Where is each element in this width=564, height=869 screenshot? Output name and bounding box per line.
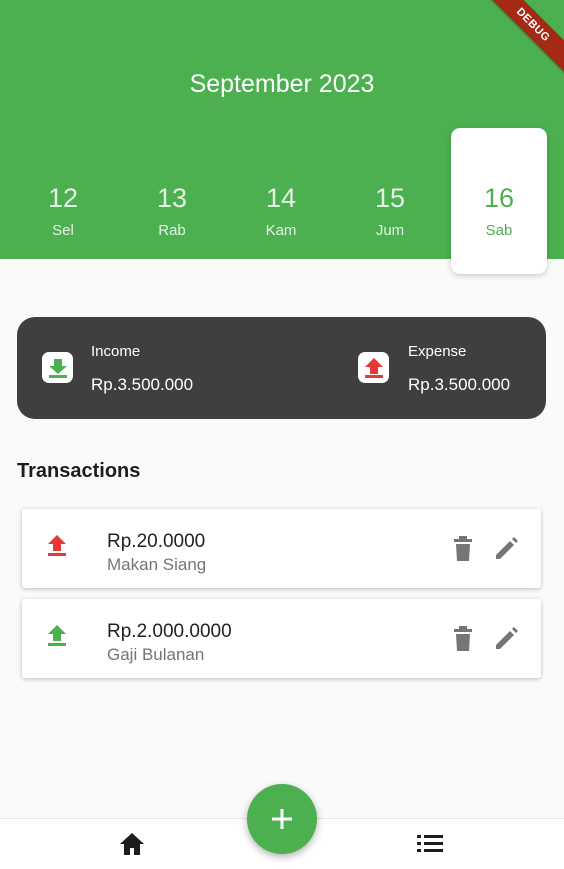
income-value: Rp.3.500.000 — [91, 375, 194, 394]
transaction-card[interactable]: Rp.20.0000 Makan Siang — [22, 509, 541, 588]
section-title: Transactions — [17, 460, 141, 482]
day-name: Jum — [375, 222, 405, 239]
edit-icon[interactable] — [493, 626, 519, 657]
edit-icon[interactable] — [493, 536, 519, 567]
day-number: 12 — [47, 183, 79, 213]
transaction-description: Makan Siang — [107, 555, 207, 574]
transaction-card[interactable]: Rp.2.000.0000 Gaji Bulanan — [22, 599, 541, 678]
day-number: 16 — [483, 183, 515, 213]
transaction-description: Gaji Bulanan — [107, 645, 205, 664]
day-item-15[interactable]: 15 Jum — [342, 128, 438, 274]
plus-icon — [272, 809, 292, 829]
trash-icon[interactable] — [452, 536, 474, 567]
home-icon[interactable] — [119, 832, 145, 861]
day-item-13[interactable]: 13 Rab — [124, 128, 220, 274]
day-name: Sel — [52, 222, 74, 239]
expense-label: Expense — [408, 343, 467, 360]
download-icon — [42, 352, 73, 383]
day-item-14[interactable]: 14 Kam — [233, 128, 329, 274]
day-name: Kam — [265, 222, 297, 239]
day-item-16-selected[interactable]: 16 Sab — [451, 128, 547, 274]
upload-icon — [358, 352, 389, 383]
debug-banner: DEBUG — [479, 0, 564, 79]
day-number: 15 — [374, 183, 406, 213]
expense-value: Rp.3.500.000 — [408, 375, 511, 394]
upload-icon — [46, 534, 68, 563]
income-label: Income — [91, 343, 141, 360]
transaction-amount: Rp.2.000.0000 — [107, 621, 232, 642]
day-name: Rab — [158, 222, 186, 239]
transaction-amount: Rp.20.0000 — [107, 531, 206, 552]
list-icon[interactable] — [417, 834, 443, 859]
day-item-12[interactable]: 12 Sel — [15, 128, 111, 274]
trash-icon[interactable] — [452, 626, 474, 657]
day-number: 14 — [265, 183, 297, 213]
day-number: 13 — [156, 183, 188, 213]
upload-icon — [46, 624, 68, 653]
day-name: Sab — [485, 222, 513, 239]
add-transaction-button[interactable] — [247, 784, 317, 854]
month-title[interactable]: September 2023 — [0, 70, 564, 99]
summary-card: Income Rp.3.500.000 Expense Rp.3.500.000 — [17, 317, 546, 419]
